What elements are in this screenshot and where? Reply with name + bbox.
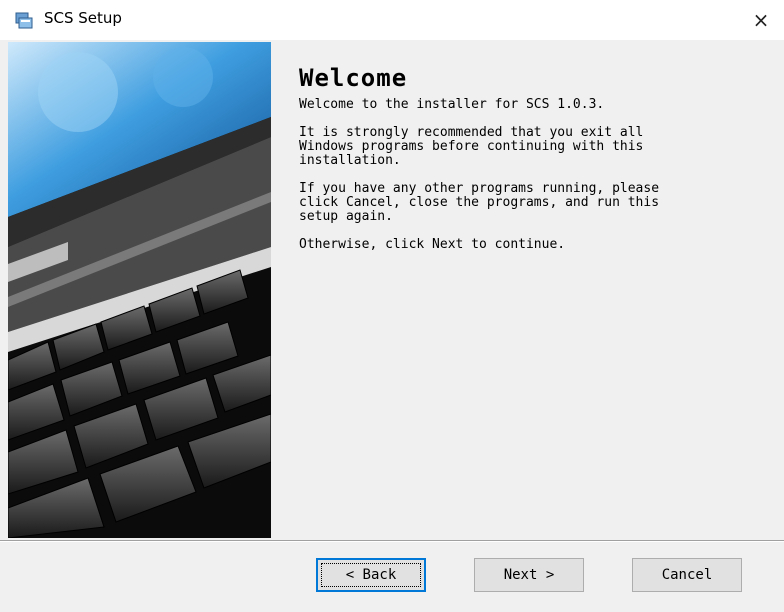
installer-icon: [15, 12, 33, 29]
cancel-button[interactable]: Cancel: [632, 558, 742, 592]
intro-text: Welcome to the installer for SCS 1.0.3.: [299, 97, 605, 112]
back-button-label: < Back: [345, 567, 397, 583]
welcome-panel: Welcome Welcome to the installer for SCS…: [299, 64, 769, 266]
close-button[interactable]: ×: [738, 0, 784, 40]
back-button[interactable]: < Back: [316, 558, 426, 592]
next-button[interactable]: Next >: [474, 558, 584, 592]
title-bar[interactable]: SCS Setup ×: [0, 0, 784, 40]
continue-text: Otherwise, click Next to continue.: [299, 237, 566, 252]
cancel-instructions-text: If you have any other programs running, …: [299, 181, 660, 224]
next-button-label: Next >: [503, 567, 555, 583]
button-divider: [0, 540, 784, 542]
recommend-text: It is strongly recommended that you exit…: [299, 125, 644, 168]
window-title: SCS Setup: [44, 9, 122, 27]
installer-side-image: [8, 42, 271, 538]
page-heading: Welcome: [299, 64, 408, 92]
cancel-button-label: Cancel: [661, 567, 713, 583]
